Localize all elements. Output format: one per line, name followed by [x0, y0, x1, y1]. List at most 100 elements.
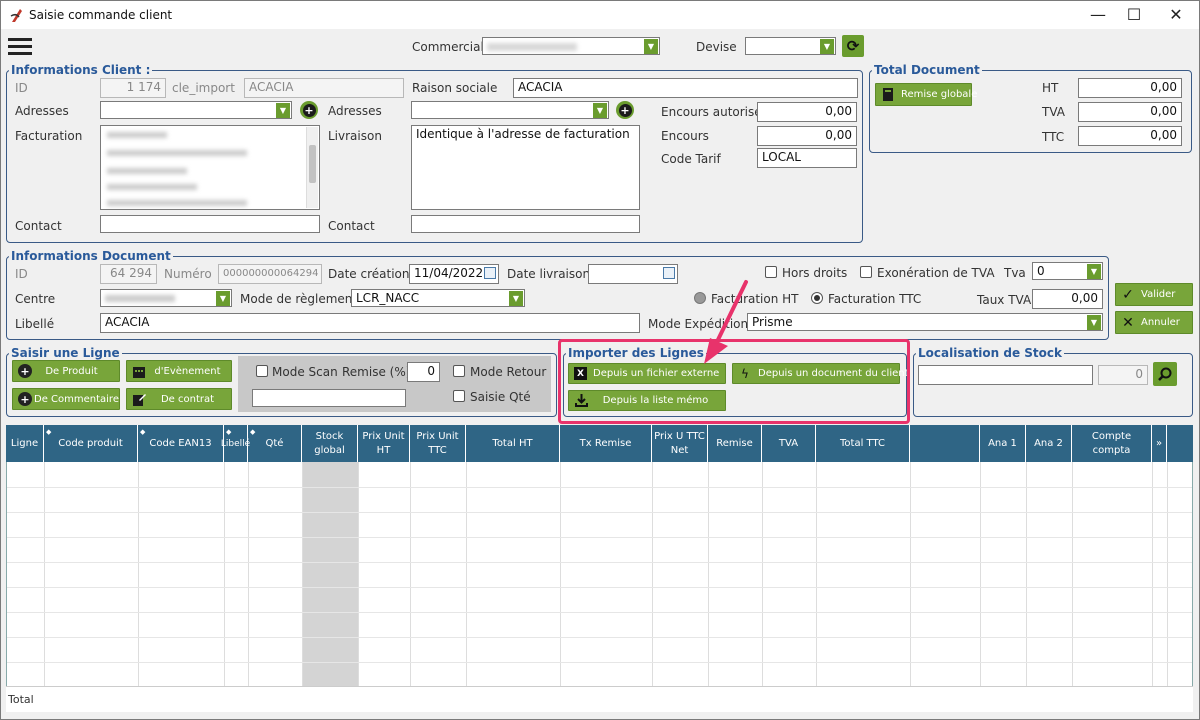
client-id-field[interactable]: 1 174	[100, 78, 166, 98]
sort-icon: ◆	[140, 428, 146, 436]
x-icon: ✕	[1122, 314, 1134, 331]
annuler-button[interactable]: ✕ Annuler	[1115, 311, 1193, 334]
column-header[interactable]: Ana 1	[980, 425, 1026, 462]
column-header[interactable]: ◆ Code EAN13	[138, 425, 224, 462]
table-row[interactable]	[7, 562, 1192, 563]
add-address-button[interactable]: +	[300, 101, 318, 119]
centre-label: Centre	[15, 292, 56, 306]
code-tarif-field[interactable]: LOCAL	[757, 148, 857, 168]
d-evenement-button[interactable]: d'Evènement	[126, 360, 232, 382]
contact-livraison-field[interactable]	[411, 215, 640, 233]
calendar-icon[interactable]	[663, 267, 675, 279]
total-tva-field[interactable]: 0,00	[1078, 102, 1182, 122]
de-produit-button[interactable]: + De Produit	[12, 360, 120, 382]
libelle-field[interactable]: ACACIA	[100, 313, 640, 333]
column-header[interactable]: ◆ Code produit	[44, 425, 138, 462]
table-row[interactable]	[7, 512, 1192, 513]
encours-field[interactable]: 0,00	[757, 126, 857, 146]
encours-autorise-field[interactable]: 0,00	[757, 102, 857, 122]
scan-input[interactable]	[252, 389, 406, 407]
column-header[interactable]: Remise	[708, 425, 762, 462]
remise-field[interactable]: 0	[407, 362, 440, 382]
column-header[interactable]: Stock global	[302, 425, 358, 462]
stock-location-field[interactable]	[918, 365, 1093, 385]
calendar-icon[interactable]	[484, 267, 496, 279]
hors-droits-label: Hors droits	[782, 266, 848, 280]
scrollbar[interactable]	[306, 127, 318, 208]
de-contrat-button[interactable]: De contrat	[126, 388, 232, 410]
calendar-icon	[132, 364, 146, 378]
sort-icon: ◆	[250, 428, 256, 436]
column-header[interactable]: TVA	[762, 425, 816, 462]
close-button[interactable]: ✕	[1153, 1, 1199, 29]
table-column	[45, 462, 139, 687]
table-column	[817, 462, 911, 687]
window-title: Saisie commande client	[29, 8, 173, 22]
add-delivery-address-button[interactable]: +	[616, 101, 634, 119]
mode-scan-checkbox[interactable]	[256, 365, 268, 377]
maximize-button[interactable]: ☐	[1111, 1, 1157, 29]
doc-id-field[interactable]: 64 294	[100, 264, 157, 284]
total-ht-field[interactable]: 0,00	[1078, 78, 1182, 98]
facturation-ttc-radio[interactable]	[811, 292, 823, 304]
column-header[interactable]	[910, 425, 980, 462]
chevron-down-icon: ▼	[509, 291, 523, 306]
exoneration-tva-checkbox[interactable]	[860, 266, 872, 278]
date-creation-field[interactable]: 11/04/2022	[409, 264, 499, 284]
raison-sociale-field[interactable]: ACACIA	[513, 78, 858, 98]
table-row[interactable]	[7, 487, 1192, 488]
centre-select[interactable]: ▼	[100, 289, 232, 307]
adresses-livraison-select[interactable]: ▼	[411, 101, 609, 119]
cle-import-field[interactable]: ACACIA	[244, 78, 404, 98]
app-logo-icon	[10, 7, 24, 26]
saisie-qte-checkbox[interactable]	[453, 390, 465, 402]
menu-icon[interactable]	[8, 38, 32, 56]
mode-scan-label: Mode Scan	[272, 365, 338, 379]
column-header[interactable]: ◆ Qté	[248, 425, 302, 462]
table-row[interactable]	[7, 612, 1192, 613]
livraison-address-textarea[interactable]: Identique à l'adresse de facturation	[411, 125, 640, 210]
table-row[interactable]	[7, 587, 1192, 588]
refresh-button[interactable]: ⟳	[842, 35, 864, 57]
devise-select[interactable]: ▼	[745, 37, 836, 55]
valider-button[interactable]: ✓ Valider	[1115, 283, 1193, 306]
commercial-select[interactable]: ▼	[482, 37, 660, 55]
column-header[interactable]: Total HT	[466, 425, 560, 462]
remise-globale-button[interactable]: Remise globale	[875, 83, 977, 106]
column-header[interactable]: Compte compta	[1072, 425, 1152, 462]
column-header[interactable]: Prix Unit HT	[358, 425, 410, 462]
de-commentaire-button[interactable]: + De Commentaire	[12, 388, 120, 410]
column-header[interactable]: Ana 2	[1026, 425, 1072, 462]
facturation-address-textarea[interactable]	[100, 125, 320, 210]
table-row[interactable]	[7, 662, 1192, 663]
date-livraison-field[interactable]	[588, 264, 678, 284]
column-header[interactable]: Prix U TTC Net	[652, 425, 708, 462]
edit-icon	[132, 392, 146, 406]
mode-retour-checkbox[interactable]	[453, 365, 465, 377]
saisir-ligne-legend: Saisir une Ligne	[11, 346, 120, 360]
contact-field[interactable]	[100, 215, 320, 233]
check-icon: ✓	[1122, 286, 1134, 303]
adresses-label: Adresses	[15, 104, 69, 118]
numero-field[interactable]: 000000000064294	[218, 264, 322, 284]
annuler-label: Annuler	[1141, 317, 1180, 328]
sort-icon: ◆	[46, 428, 52, 436]
stock-qty-field[interactable]: 0	[1098, 365, 1148, 385]
taux-tva-field[interactable]: 0,00	[1032, 289, 1103, 309]
column-header[interactable]: »	[1152, 425, 1167, 462]
column-header[interactable]: Ligne	[6, 425, 44, 462]
column-header[interactable]: Prix Unit TTC	[410, 425, 466, 462]
total-ttc-field[interactable]: 0,00	[1078, 126, 1182, 146]
column-header[interactable]: Tx Remise	[560, 425, 652, 462]
tva-select[interactable]: 0 ▼	[1032, 262, 1103, 280]
doc-id-label: ID	[15, 267, 28, 281]
adresses-facturation-select[interactable]: ▼	[100, 101, 292, 119]
mode-expedition-select[interactable]: Prisme ▼	[747, 313, 1103, 331]
column-header[interactable]: Total TTC	[816, 425, 910, 462]
stock-search-button[interactable]	[1153, 362, 1177, 386]
table-row[interactable]	[7, 637, 1192, 638]
table-row[interactable]	[7, 537, 1192, 538]
mode-reglement-select[interactable]: LCR_NACC ▼	[351, 289, 525, 307]
hors-droits-checkbox[interactable]	[765, 266, 777, 278]
column-header[interactable]: ◆ Libellé	[221, 425, 250, 462]
